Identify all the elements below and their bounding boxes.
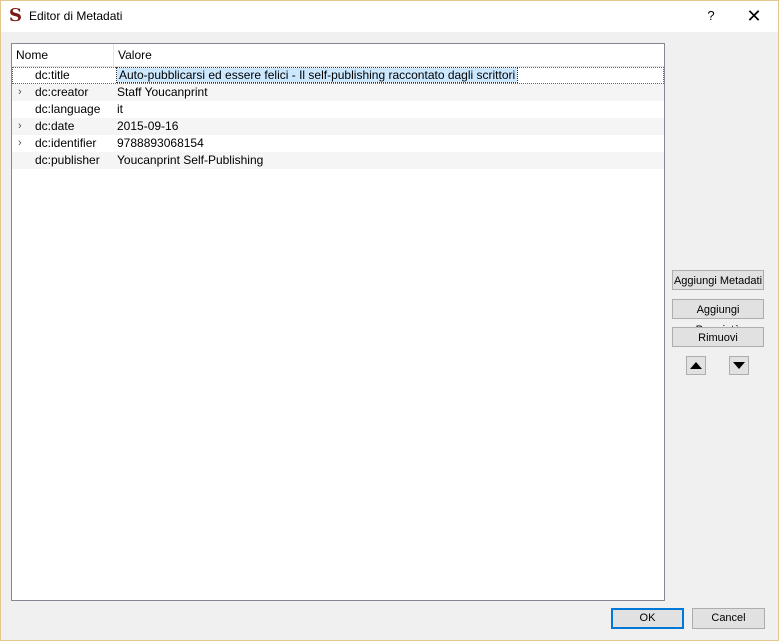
row-name: dc:creator [35,85,89,99]
row-value-text: Auto-pubblicarsi ed essere felici - Il s… [115,67,519,83]
column-header-value[interactable]: Valore [114,44,658,66]
column-header-name[interactable]: Nome [12,44,114,66]
row-value: 9788893068154 [117,135,204,152]
tree-row[interactable]: dc:title Auto-pubblicarsi ed essere felic… [12,67,664,84]
title-bar: S Editor di Metadati ? ✕ [1,1,778,32]
row-name: dc:identifier [35,136,97,150]
row-name: dc:title [35,68,70,82]
triangle-down-icon [733,362,745,369]
chevron-right-icon[interactable]: › [18,84,28,101]
add-property-button[interactable]: Aggiungi Proprietà [672,299,764,336]
move-up-button[interactable] [686,356,706,375]
row-name: dc:date [35,119,75,133]
chevron-right-icon[interactable]: › [18,118,28,135]
add-metadata-button[interactable]: Aggiungi Metadati [672,270,764,290]
app-icon: S [9,5,22,26]
tree-rows: dc:title Auto-pubblicarsi ed essere felic… [12,67,664,169]
row-name: dc:language [35,102,101,116]
metadata-tree[interactable]: Nome Valore dc:title Auto-pubblicarsi ed … [11,43,665,601]
row-value: it [117,101,123,118]
row-value: Youcanprint Self-Publishing [117,152,263,169]
chevron-right-icon[interactable]: › [18,135,28,152]
row-value-text: 2015-09-16 [117,119,179,133]
metadata-editor-dialog: S Editor di Metadati ? ✕ Nome Valore dc:… [0,0,779,641]
tree-header: Nome Valore [12,44,664,67]
move-down-button[interactable] [729,356,749,375]
tree-row[interactable]: › dc:creator Staff Youcanprint [12,84,664,101]
row-value-text: Staff Youcanprint [117,85,208,99]
tree-row[interactable]: dc:language it [12,101,664,118]
row-name: dc:publisher [35,153,100,167]
remove-button[interactable]: Rimuovi [672,327,764,347]
tree-row[interactable]: dc:publisher Youcanprint Self-Publishing [12,152,664,169]
row-value: Staff Youcanprint [117,84,208,101]
triangle-up-icon [690,362,702,369]
row-value-text: 9788893068154 [117,136,204,150]
row-value-text: Youcanprint Self-Publishing [117,153,264,167]
row-value: 2015-09-16 [117,118,178,135]
window-title: Editor di Metadati [29,9,123,23]
tree-row[interactable]: › dc:date 2015-09-16 [12,118,664,135]
row-value-text: it [117,102,123,116]
tree-row[interactable]: › dc:identifier 9788893068154 [12,135,664,152]
help-button[interactable]: ? [701,5,721,27]
cancel-button[interactable]: Cancel [692,608,765,629]
row-value: Auto-pubblicarsi ed essere felici - Il s… [115,67,519,84]
ok-button[interactable]: OK [611,608,684,629]
close-button[interactable]: ✕ [736,3,772,29]
